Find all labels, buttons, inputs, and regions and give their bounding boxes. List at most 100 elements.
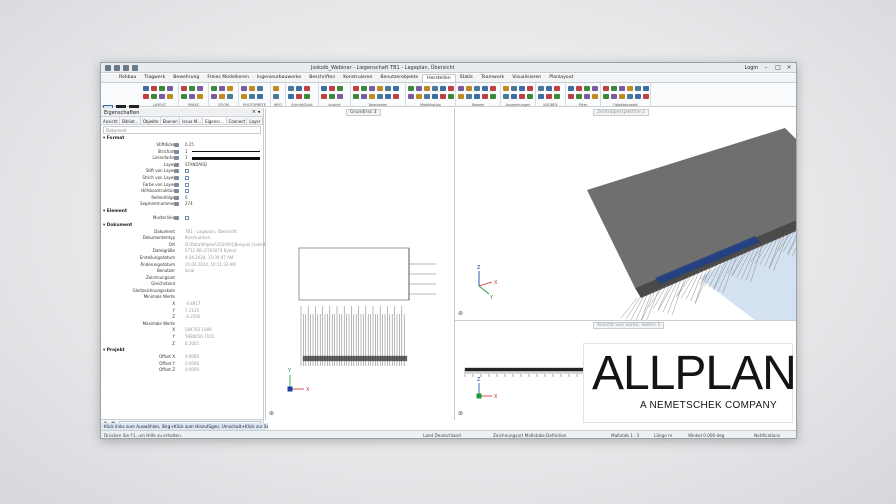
- tool-icon[interactable]: [353, 86, 359, 91]
- tool-icon[interactable]: [440, 86, 446, 91]
- property-row[interactable]: Linienfarbe 1: [101, 155, 263, 162]
- property-row[interactable]: Farbe von Layer: [101, 182, 263, 189]
- tool-icon[interactable]: [432, 94, 438, 99]
- property-row[interactable]: Stiftdicke 0.25: [101, 142, 263, 149]
- ribbon-tab[interactable]: Konstruieren: [339, 74, 376, 82]
- ribbon-tab[interactable]: Tragwerk: [140, 74, 169, 82]
- property-row[interactable]: Gleitzeichnungsskale: [101, 288, 263, 295]
- minimize-icon[interactable]: –: [762, 64, 770, 72]
- property-row[interactable]: Reihenfolge 0: [101, 195, 263, 202]
- property-row[interactable]: X -4.4917: [101, 301, 263, 308]
- tool-icon[interactable]: [167, 86, 173, 91]
- document-filter-select[interactable]: Dokument: [103, 126, 261, 134]
- tool-icon[interactable]: [197, 94, 203, 99]
- ribbon-tab[interactable]: Ingenieurbauwerke: [253, 74, 305, 82]
- tool-icon[interactable]: [611, 94, 617, 99]
- property-checkbox[interactable]: [185, 169, 189, 174]
- tool-icon[interactable]: [416, 94, 422, 99]
- tool-icon[interactable]: [538, 94, 544, 99]
- tool-icon[interactable]: [304, 94, 310, 99]
- section-dokument[interactable]: ▾ Dokument: [101, 222, 263, 229]
- ribbon-tab[interactable]: Statik: [456, 74, 477, 82]
- property-checkbox[interactable]: [185, 215, 189, 220]
- tool-icon[interactable]: [143, 94, 149, 99]
- close-icon[interactable]: ×: [785, 64, 793, 72]
- tool-icon[interactable]: [416, 86, 422, 91]
- tool-icon[interactable]: [503, 94, 509, 99]
- property-row[interactable]: Minimale Werte: [101, 294, 263, 301]
- maximize-icon[interactable]: □: [774, 64, 782, 72]
- status-massstab[interactable]: Maßstab 1 : 5: [611, 433, 640, 438]
- tool-icon[interactable]: [181, 94, 187, 99]
- property-row[interactable]: Erstellungsdatum 4.04.2024, 15:39:47 AM: [101, 255, 263, 262]
- tool-icon[interactable]: [643, 86, 649, 91]
- status-land[interactable]: Land Deutschland: [423, 433, 461, 438]
- tool-icon[interactable]: [189, 94, 195, 99]
- ribbon-tab[interactable]: Rohbau: [115, 74, 140, 82]
- tool-icon[interactable]: [511, 94, 517, 99]
- tool-icon[interactable]: [448, 86, 454, 91]
- tool-icon[interactable]: [227, 94, 233, 99]
- tool-icon[interactable]: [424, 94, 430, 99]
- panel-tab[interactable]: Eigensc...: [203, 117, 227, 124]
- tool-icon[interactable]: [619, 86, 625, 91]
- tool-icon[interactable]: [568, 94, 574, 99]
- tool-icon[interactable]: [257, 94, 263, 99]
- login-button[interactable]: Login: [745, 65, 759, 71]
- tool-icon[interactable]: [273, 86, 279, 91]
- tool-icon[interactable]: [296, 86, 302, 91]
- tool-icon[interactable]: [181, 86, 187, 91]
- tool-icon[interactable]: [377, 86, 383, 91]
- tool-icon[interactable]: [369, 86, 375, 91]
- tool-icon[interactable]: [151, 94, 157, 99]
- ribbon-tab[interactable]: Beschriften: [305, 74, 339, 82]
- tool-icon[interactable]: [635, 94, 641, 99]
- tool-icon[interactable]: [273, 94, 279, 99]
- tool-icon[interactable]: [241, 94, 247, 99]
- property-checkbox[interactable]: [185, 175, 189, 180]
- tool-icon[interactable]: [211, 94, 217, 99]
- tool-icon[interactable]: [219, 86, 225, 91]
- tool-icon[interactable]: [408, 86, 414, 91]
- panel-tab[interactable]: Connect: [227, 117, 248, 124]
- ribbon-tab[interactable]: Herstellen: [422, 74, 456, 82]
- tool-icon[interactable]: [490, 94, 496, 99]
- undo-icon[interactable]: [123, 65, 129, 71]
- ribbon-tab[interactable]: Visualisieren: [508, 74, 545, 82]
- tool-icon[interactable]: [151, 86, 157, 91]
- tool-icon[interactable]: [619, 94, 625, 99]
- tool-icon[interactable]: [432, 86, 438, 91]
- tool-icon[interactable]: [466, 86, 472, 91]
- tool-icon[interactable]: [503, 86, 509, 91]
- tool-icon[interactable]: [189, 86, 195, 91]
- tool-icon[interactable]: [361, 94, 367, 99]
- tool-icon[interactable]: [527, 86, 533, 91]
- tool-icon[interactable]: [592, 86, 598, 91]
- tool-icon[interactable]: [611, 86, 617, 91]
- tool-icon[interactable]: [361, 86, 367, 91]
- tool-icon[interactable]: [592, 94, 598, 99]
- ribbon-tab[interactable]: Bewehrung: [169, 74, 203, 82]
- tool-icon[interactable]: [466, 94, 472, 99]
- tool-icon[interactable]: [167, 94, 173, 99]
- save-icon[interactable]: [114, 65, 120, 71]
- tool-icon[interactable]: [603, 86, 609, 91]
- tool-icon[interactable]: [337, 86, 343, 91]
- tool-icon[interactable]: [288, 94, 294, 99]
- panel-tab[interactable]: Ansicht: [101, 117, 121, 124]
- tool-icon[interactable]: [197, 86, 203, 91]
- tool-icon[interactable]: [424, 86, 430, 91]
- panel-tab[interactable]: Layer: [247, 117, 263, 124]
- tool-icon[interactable]: [369, 94, 375, 99]
- section-element[interactable]: ▾ Element: [101, 208, 263, 215]
- tool-icon[interactable]: [143, 86, 149, 91]
- tool-icon[interactable]: [576, 94, 582, 99]
- tool-icon[interactable]: [377, 94, 383, 99]
- tool-icon[interactable]: [211, 86, 217, 91]
- tool-icon[interactable]: [329, 86, 335, 91]
- tool-icon[interactable]: [519, 94, 525, 99]
- tool-icon[interactable]: [458, 86, 464, 91]
- property-row[interactable]: Stift von Layer: [101, 168, 263, 175]
- tool-icon[interactable]: [482, 94, 488, 99]
- status-laenge[interactable]: Länge m: [654, 433, 672, 438]
